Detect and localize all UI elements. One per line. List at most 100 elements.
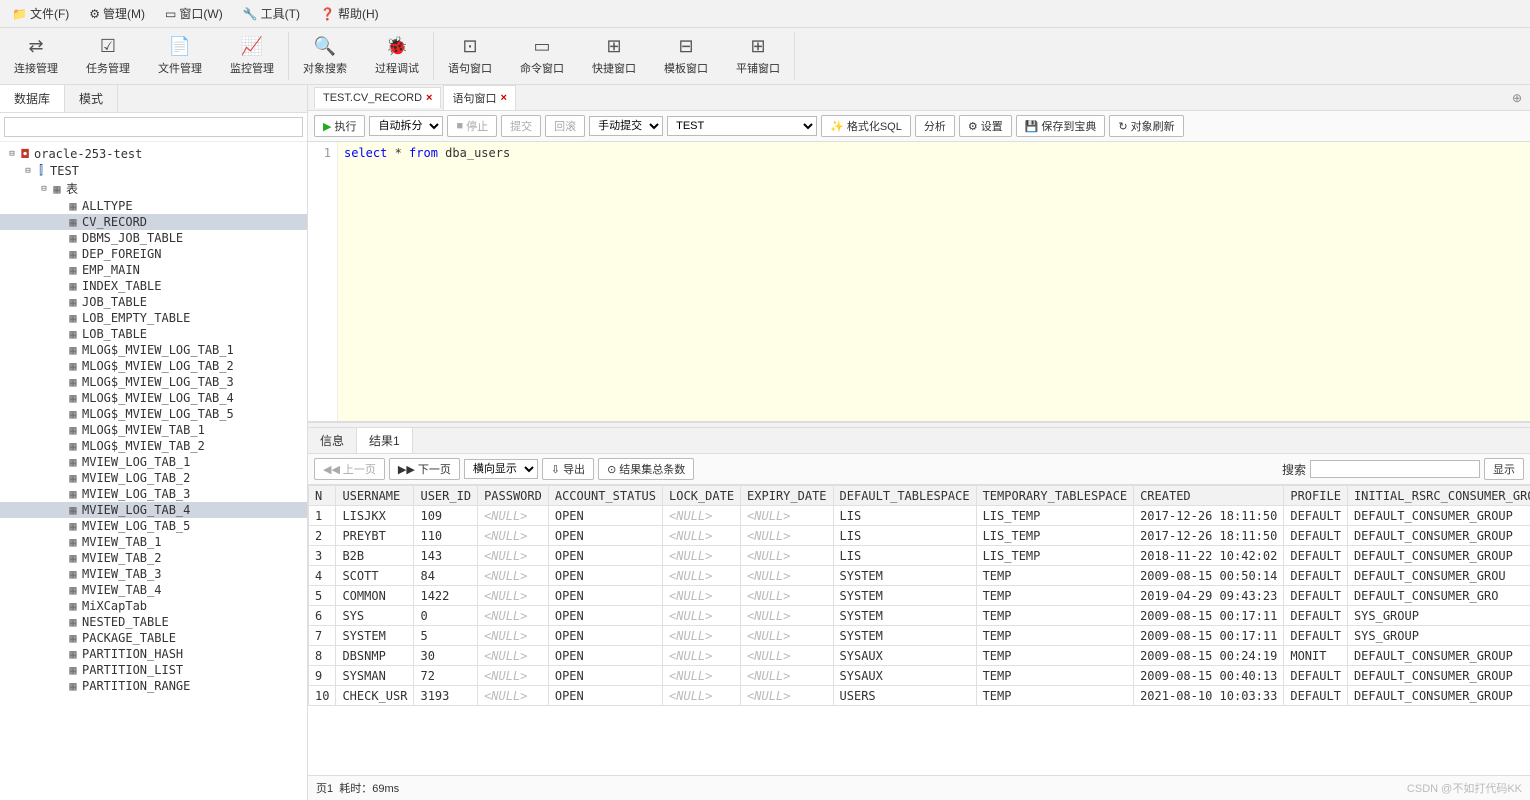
cell[interactable]: TEMP: [976, 606, 1134, 626]
table-row[interactable]: 10CHECK_USR3193<NULL>OPEN<NULL><NULL>USE…: [309, 686, 1530, 706]
prev-page-button[interactable]: ◀◀上一页: [314, 458, 385, 480]
cell[interactable]: <NULL>: [741, 566, 833, 586]
rollback-button[interactable]: 回滚: [545, 115, 585, 137]
sql-text[interactable]: select * from dba_users: [338, 142, 1530, 421]
editor-tab-cv-record[interactable]: TEST.CV_RECORD×: [314, 87, 441, 108]
col-header[interactable]: PROFILE: [1284, 486, 1348, 506]
cell[interactable]: 8: [309, 646, 336, 666]
cell[interactable]: <NULL>: [741, 666, 833, 686]
tree-node[interactable]: ▦MVIEW_TAB_1: [0, 534, 307, 550]
cell[interactable]: DEFAULT: [1284, 586, 1348, 606]
cell[interactable]: 0: [414, 606, 478, 626]
close-icon[interactable]: ×: [426, 92, 432, 104]
cell[interactable]: 1422: [414, 586, 478, 606]
cell[interactable]: DEFAULT_CONSUMER_GROUP: [1347, 666, 1530, 686]
cell[interactable]: OPEN: [548, 526, 662, 546]
table-row[interactable]: 8DBSNMP30<NULL>OPEN<NULL><NULL>SYSAUXTEM…: [309, 646, 1530, 666]
cell[interactable]: DEFAULT: [1284, 666, 1348, 686]
cell[interactable]: <NULL>: [663, 586, 741, 606]
tool-debug[interactable]: 🐞过程调试: [361, 32, 433, 80]
cell[interactable]: 5: [414, 626, 478, 646]
cell[interactable]: SYSMAN: [336, 666, 414, 686]
tree-node[interactable]: ▦CV_RECORD: [0, 214, 307, 230]
cell[interactable]: <NULL>: [663, 686, 741, 706]
cell[interactable]: <NULL>: [663, 646, 741, 666]
cell[interactable]: SYSTEM: [833, 626, 976, 646]
table-row[interactable]: 3B2B143<NULL>OPEN<NULL><NULL>LISLIS_TEMP…: [309, 546, 1530, 566]
cell[interactable]: 84: [414, 566, 478, 586]
cell[interactable]: 2009-08-15 00:24:19: [1134, 646, 1284, 666]
cell[interactable]: <NULL>: [741, 546, 833, 566]
sidebar-search-input[interactable]: [4, 117, 303, 137]
cell[interactable]: <NULL>: [741, 606, 833, 626]
tree-node[interactable]: ▦MLOG$_MVIEW_LOG_TAB_5: [0, 406, 307, 422]
menu-file[interactable]: 📁文件(F): [6, 3, 75, 24]
cell[interactable]: B2B: [336, 546, 414, 566]
format-button[interactable]: ✨格式化SQL: [821, 115, 911, 137]
cell[interactable]: 9: [309, 666, 336, 686]
cell[interactable]: <NULL>: [663, 526, 741, 546]
tree-node[interactable]: ▦MLOG$_MVIEW_LOG_TAB_2: [0, 358, 307, 374]
col-header[interactable]: LOCK_DATE: [663, 486, 741, 506]
cell[interactable]: <NULL>: [478, 666, 549, 686]
cell[interactable]: 10: [309, 686, 336, 706]
sidebar-tab-mode[interactable]: 模式: [65, 85, 118, 112]
cell[interactable]: DEFAULT_CONSUMER_GROU: [1347, 566, 1530, 586]
cell[interactable]: COMMON: [336, 586, 414, 606]
table-row[interactable]: 1LISJKX109<NULL>OPEN<NULL><NULL>LISLIS_T…: [309, 506, 1530, 526]
cell[interactable]: 2009-08-15 00:17:11: [1134, 626, 1284, 646]
stop-button[interactable]: ■停止: [447, 115, 497, 137]
cell[interactable]: OPEN: [548, 666, 662, 686]
tree-node[interactable]: ▦MLOG$_MVIEW_LOG_TAB_4: [0, 390, 307, 406]
cell[interactable]: 2017-12-26 18:11:50: [1134, 526, 1284, 546]
close-icon[interactable]: ×: [500, 92, 506, 104]
cell[interactable]: 2021-08-10 10:03:33: [1134, 686, 1284, 706]
cell[interactable]: LIS_TEMP: [976, 526, 1134, 546]
table-row[interactable]: 6SYS0<NULL>OPEN<NULL><NULL>SYSTEMTEMP200…: [309, 606, 1530, 626]
tool-quick-window[interactable]: ⊞快捷窗口: [578, 32, 650, 80]
cell[interactable]: <NULL>: [478, 566, 549, 586]
cell[interactable]: <NULL>: [663, 666, 741, 686]
refresh-button[interactable]: ↻对象刷新: [1109, 115, 1183, 137]
cell[interactable]: SYS: [336, 606, 414, 626]
tree-node[interactable]: ▦MVIEW_LOG_TAB_3: [0, 486, 307, 502]
show-button[interactable]: 显示: [1484, 458, 1524, 480]
cell[interactable]: 5: [309, 586, 336, 606]
cell[interactable]: LIS_TEMP: [976, 506, 1134, 526]
cell[interactable]: SYS_GROUP: [1347, 606, 1530, 626]
tree-node[interactable]: ▦MVIEW_TAB_3: [0, 566, 307, 582]
table-row[interactable]: 2PREYBT110<NULL>OPEN<NULL><NULL>LISLIS_T…: [309, 526, 1530, 546]
cell[interactable]: <NULL>: [478, 506, 549, 526]
menu-tools[interactable]: 🔧工具(T): [237, 3, 306, 24]
cell[interactable]: <NULL>: [663, 606, 741, 626]
expand-icon[interactable]: ⊕: [1504, 91, 1530, 105]
save-template-button[interactable]: 💾保存到宝典: [1016, 115, 1106, 137]
col-header[interactable]: CREATED: [1134, 486, 1284, 506]
auto-split-select[interactable]: 自动拆分: [369, 116, 443, 136]
cell[interactable]: <NULL>: [478, 626, 549, 646]
cell[interactable]: <NULL>: [741, 526, 833, 546]
cell[interactable]: SCOTT: [336, 566, 414, 586]
cell[interactable]: 2009-08-15 00:17:11: [1134, 606, 1284, 626]
cell[interactable]: <NULL>: [478, 586, 549, 606]
display-mode-select[interactable]: 横向显示: [464, 459, 538, 479]
cell[interactable]: 2009-08-15 00:50:14: [1134, 566, 1284, 586]
cell[interactable]: <NULL>: [663, 626, 741, 646]
tree-node[interactable]: ▦MLOG$_MVIEW_TAB_2: [0, 438, 307, 454]
col-header[interactable]: USER_ID: [414, 486, 478, 506]
cell[interactable]: DEFAULT_CONSUMER_GROUP: [1347, 506, 1530, 526]
cell[interactable]: 143: [414, 546, 478, 566]
tool-file[interactable]: 📄文件管理: [144, 32, 216, 80]
table-row[interactable]: 7SYSTEM5<NULL>OPEN<NULL><NULL>SYSTEMTEMP…: [309, 626, 1530, 646]
tree-node[interactable]: ▦NESTED_TABLE: [0, 614, 307, 630]
result-search-input[interactable]: [1310, 460, 1480, 478]
cell[interactable]: OPEN: [548, 546, 662, 566]
cell[interactable]: DEFAULT_CONSUMER_GROUP: [1347, 546, 1530, 566]
cell[interactable]: 4: [309, 566, 336, 586]
cell[interactable]: TEMP: [976, 566, 1134, 586]
cell[interactable]: <NULL>: [741, 586, 833, 606]
cell[interactable]: CHECK_USR: [336, 686, 414, 706]
cell[interactable]: DEFAULT_CONSUMER_GRO: [1347, 586, 1530, 606]
count-button[interactable]: ⊙结果集总条数: [598, 458, 694, 480]
tree-node[interactable]: ▦MVIEW_TAB_4: [0, 582, 307, 598]
